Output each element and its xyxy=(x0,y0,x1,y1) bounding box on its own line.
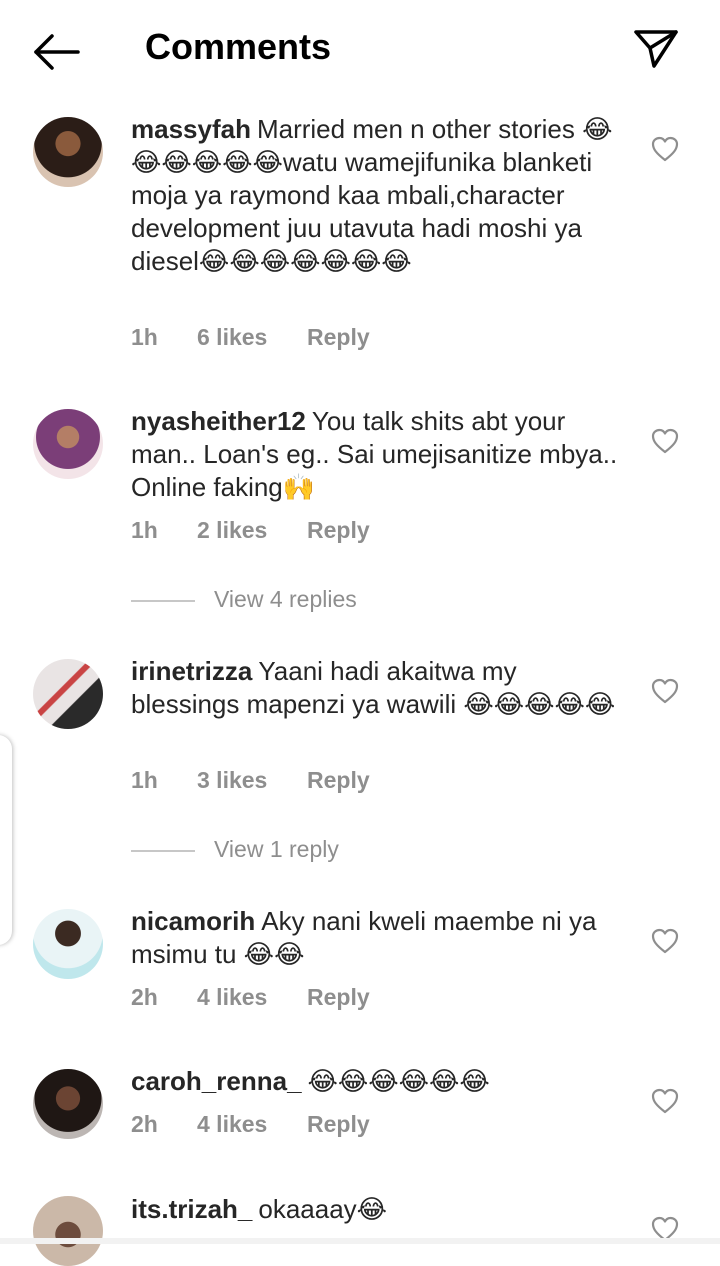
share-button[interactable] xyxy=(630,24,682,72)
comment-likes[interactable]: 3 likes xyxy=(197,767,267,794)
replies-divider xyxy=(131,850,195,852)
comment-username[interactable]: nyasheither12 xyxy=(131,406,306,436)
reply-button[interactable]: Reply xyxy=(307,984,370,1011)
avatar[interactable] xyxy=(33,1069,103,1139)
back-button[interactable] xyxy=(28,30,84,74)
comment-likes[interactable]: 2 likes xyxy=(197,517,267,544)
comment-body: irinetrizza Yaani hadi akaitwa my blessin… xyxy=(131,655,621,721)
bottom-divider xyxy=(0,1238,720,1244)
like-button[interactable] xyxy=(650,135,680,163)
comment-username[interactable]: massyfah xyxy=(131,114,251,144)
heart-icon xyxy=(651,928,679,954)
page-title: Comments xyxy=(145,26,332,67)
comment-likes[interactable]: 4 likes xyxy=(197,1111,267,1138)
comment-likes[interactable]: 4 likes xyxy=(197,984,267,1011)
avatar[interactable] xyxy=(33,659,103,729)
avatar[interactable] xyxy=(33,409,103,479)
heart-icon xyxy=(651,136,679,162)
like-button[interactable] xyxy=(650,427,680,455)
reply-button[interactable]: Reply xyxy=(307,517,370,544)
top-bar: Comments xyxy=(0,0,720,100)
comment-body: nicamorih Aky nani kweli maembe ni ya msi… xyxy=(131,905,621,971)
comment-time: 2h xyxy=(131,984,158,1010)
avatar[interactable] xyxy=(33,909,103,979)
reply-button[interactable]: Reply xyxy=(307,324,370,351)
heart-icon xyxy=(651,678,679,704)
avatar[interactable] xyxy=(33,1196,103,1266)
view-replies-label: View 4 replies xyxy=(214,586,357,612)
reply-button[interactable]: Reply xyxy=(307,1111,370,1138)
comment-body: caroh_renna_ 😂😂😂😂😂😂 xyxy=(131,1065,621,1098)
comment-username[interactable]: nicamorih xyxy=(131,906,255,936)
comment-text: okaaaay😂 xyxy=(258,1194,388,1224)
paper-plane-icon xyxy=(634,30,678,68)
comment-time: 2h xyxy=(131,1111,158,1137)
heart-icon xyxy=(651,1088,679,1114)
floating-side-panel[interactable] xyxy=(0,735,12,945)
comment-body: its.trizah_ okaaaay😂 xyxy=(131,1193,621,1226)
comment-likes[interactable]: 6 likes xyxy=(197,324,267,351)
replies-divider xyxy=(131,600,195,602)
comment-text: 😂😂😂😂😂😂 xyxy=(307,1066,490,1096)
comment-time: 1h xyxy=(131,767,158,793)
comment-time: 1h xyxy=(131,324,158,350)
comment-body: massyfah Married men n other stories 😂😂😂😂… xyxy=(131,113,621,278)
reply-button[interactable]: Reply xyxy=(307,767,370,794)
comment-time: 1h xyxy=(131,517,158,543)
comment-username[interactable]: irinetrizza xyxy=(131,656,252,686)
comment-username[interactable]: its.trizah_ xyxy=(131,1194,252,1224)
comment-body: nyasheither12 You talk shits abt your man… xyxy=(131,405,621,504)
like-button[interactable] xyxy=(650,1087,680,1115)
like-button[interactable] xyxy=(650,677,680,705)
view-replies-label: View 1 reply xyxy=(214,836,339,862)
avatar[interactable] xyxy=(33,117,103,187)
heart-icon xyxy=(651,428,679,454)
comment-username[interactable]: caroh_renna_ xyxy=(131,1066,302,1096)
arrow-left-icon xyxy=(34,34,80,70)
like-button[interactable] xyxy=(650,927,680,955)
